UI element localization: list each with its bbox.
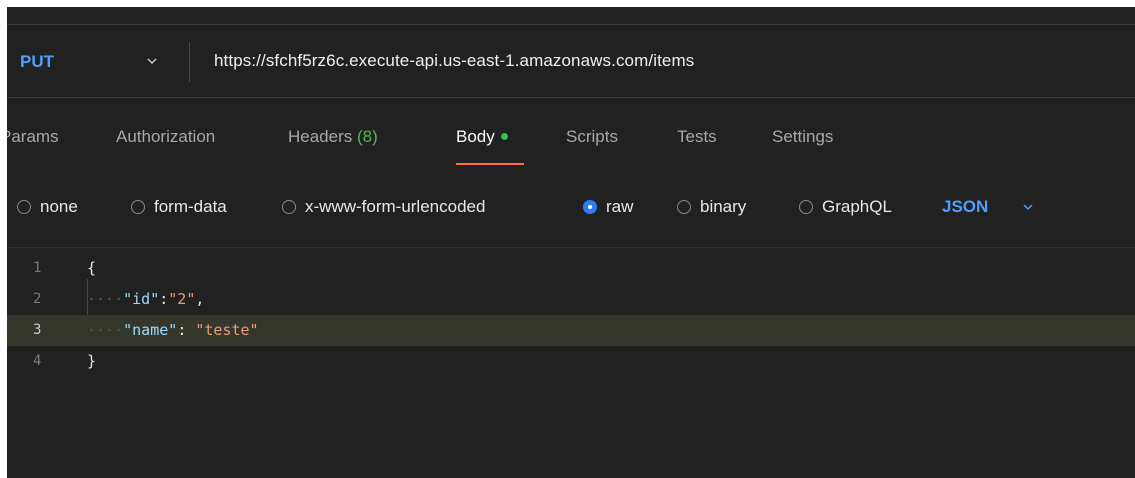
tab-label: Authorization — [116, 127, 216, 146]
tab-scripts[interactable]: Scripts — [566, 127, 618, 147]
request-bar: PUT https://sfchf5rz6c.execute-api.us-ea… — [7, 25, 1135, 98]
tab-settings[interactable]: Settings — [772, 127, 833, 147]
code-line: 2 ····"id":"2", — [7, 284, 1135, 315]
close-brace: } — [87, 352, 97, 370]
tab-headers[interactable]: Headers (8) — [288, 127, 378, 147]
open-brace: { — [87, 259, 97, 277]
tab-label: Body — [456, 127, 495, 146]
request-tabs: Params Authorization Headers (8) Body Sc… — [7, 97, 1135, 167]
json-value: "2" — [168, 290, 196, 308]
tab-label: Headers — [288, 127, 353, 146]
body-type-graphql-label[interactable]: GraphQL — [822, 197, 892, 217]
code-line: 1 { — [7, 253, 1135, 284]
radio-raw[interactable] — [583, 200, 597, 214]
code-text: } — [87, 346, 96, 377]
code-editor[interactable]: 1 { 2 ····"id":"2", 3 ····"name": "teste… — [7, 248, 1135, 478]
tab-label: Scripts — [566, 127, 618, 146]
code-line-highlighted: 3 ····"name": "teste" — [7, 315, 1135, 346]
json-key: "name" — [123, 321, 178, 339]
json-key: "id" — [123, 290, 160, 308]
json-colon: : — [177, 321, 196, 339]
code-line: 4 } — [7, 346, 1135, 377]
json-value: "teste" — [195, 321, 259, 339]
tab-label: Tests — [677, 127, 717, 146]
body-type-none-label[interactable]: none — [40, 197, 78, 217]
json-colon: : — [159, 290, 169, 308]
radio-x-www-form-urlencoded[interactable] — [282, 200, 296, 214]
code-text: ····"id":"2", — [87, 284, 204, 315]
line-number: 4 — [33, 353, 42, 369]
body-type-selector: none form-data x-www-form-urlencoded raw… — [7, 167, 1135, 248]
body-type-raw-label[interactable]: raw — [606, 197, 633, 217]
tab-label: Params — [7, 127, 59, 146]
method-selector[interactable]: PUT — [20, 52, 54, 72]
headers-count-badge: (8) — [357, 127, 378, 146]
radio-form-data[interactable] — [131, 200, 145, 214]
tab-tests[interactable]: Tests — [677, 127, 717, 147]
whitespace-marker: ···· — [87, 290, 124, 308]
radio-binary[interactable] — [677, 200, 691, 214]
body-type-urlencoded-label[interactable]: x-www-form-urlencoded — [305, 197, 485, 217]
tab-params[interactable]: Params — [7, 127, 59, 147]
line-number: 2 — [33, 291, 42, 307]
line-number: 3 — [33, 322, 42, 338]
tab-authorization[interactable]: Authorization — [116, 127, 215, 147]
whitespace-marker: ···· — [87, 321, 124, 339]
code-text: { — [87, 253, 96, 284]
tab-label: Settings — [772, 127, 834, 146]
radio-graphql[interactable] — [799, 200, 813, 214]
chevron-down-icon[interactable] — [1021, 200, 1035, 214]
active-tab-indicator — [456, 163, 524, 165]
tab-body[interactable]: Body — [456, 127, 508, 147]
body-modified-dot-icon — [500, 133, 508, 141]
method-url-divider — [189, 42, 190, 82]
language-selector[interactable]: JSON — [942, 197, 988, 217]
code-text: ····"name": "teste" — [87, 315, 259, 346]
json-comma: , — [195, 290, 205, 308]
postman-request-editor: PUT https://sfchf5rz6c.execute-api.us-ea… — [7, 7, 1135, 478]
body-type-form-data-label[interactable]: form-data — [154, 197, 227, 217]
body-type-binary-label[interactable]: binary — [700, 197, 746, 217]
chevron-down-icon[interactable] — [145, 54, 159, 68]
url-input[interactable]: https://sfchf5rz6c.execute-api.us-east-1… — [214, 51, 694, 71]
line-number: 1 — [33, 260, 42, 276]
radio-none[interactable] — [17, 200, 31, 214]
